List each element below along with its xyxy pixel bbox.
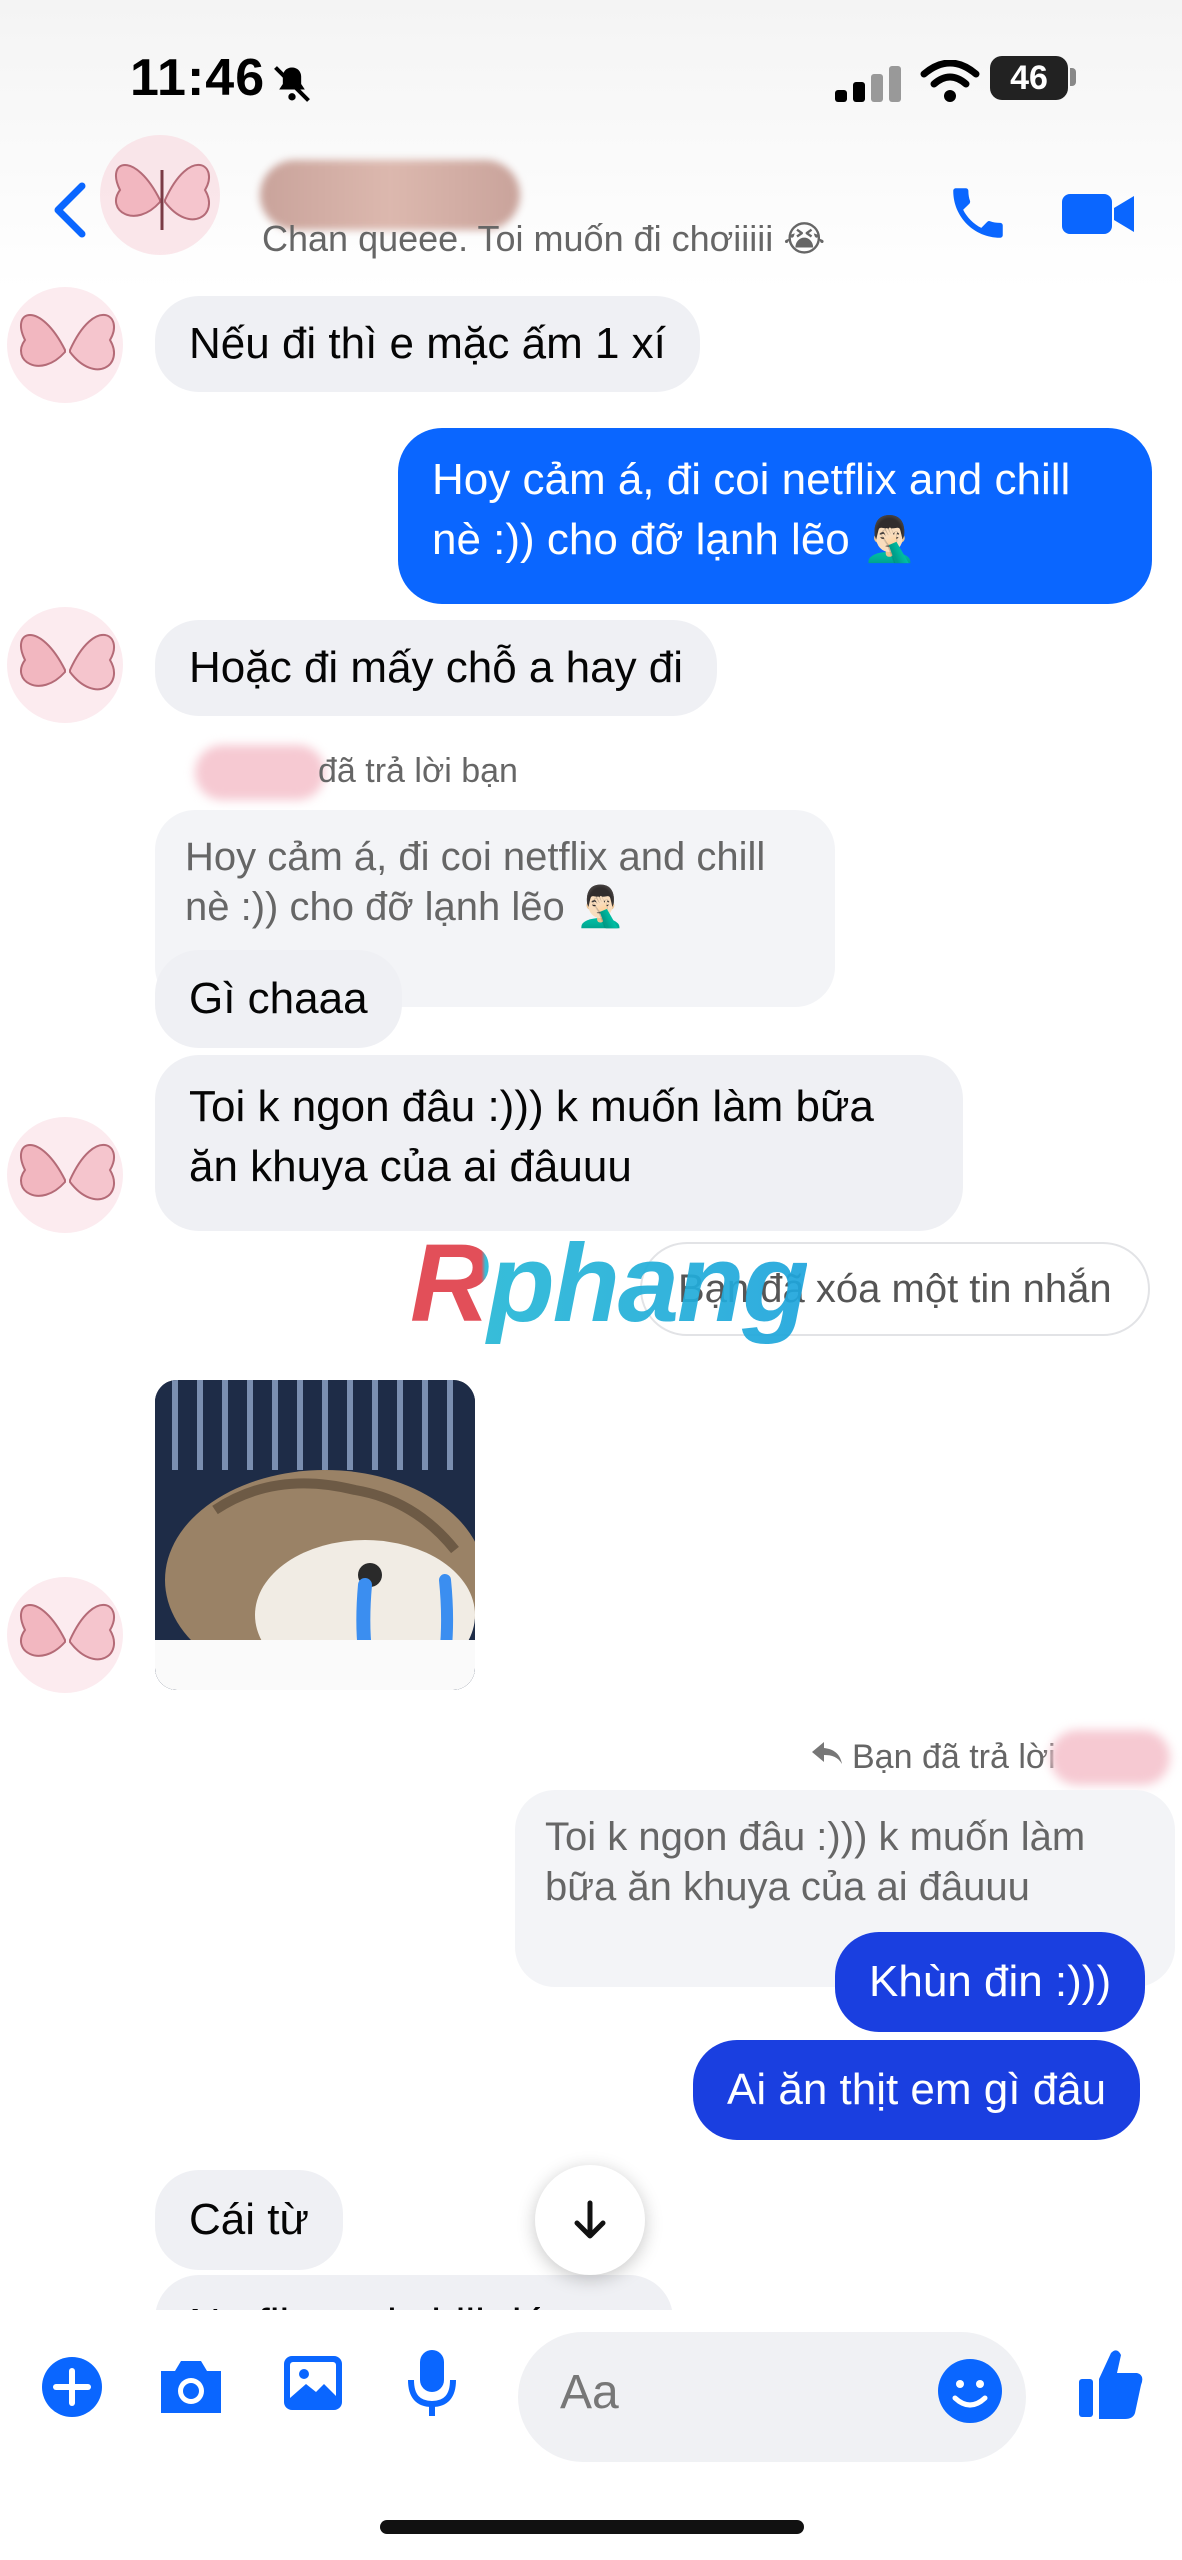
sender-avatar[interactable]: [0, 280, 130, 410]
signal-icon: [835, 66, 901, 102]
sender-avatar[interactable]: [0, 1570, 130, 1700]
battery-tip: [1070, 68, 1076, 86]
outgoing-message[interactable]: Khùn đin :))): [835, 1932, 1146, 2032]
phone-call-icon[interactable]: [945, 180, 1011, 246]
sender-avatar[interactable]: [0, 600, 130, 730]
message-text: Cái từ: [189, 2195, 309, 2244]
crying-cat-sticker[interactable]: [155, 1380, 475, 1690]
emoji-icon[interactable]: [935, 2356, 1005, 2426]
gallery-icon[interactable]: [280, 2350, 346, 2416]
message-text: Nếu đi thì e mặc ấm 1 xí: [189, 319, 666, 368]
incoming-message[interactable]: Nếu đi thì e mặc ấm 1 xí: [155, 296, 700, 392]
status-time: 11:46: [130, 49, 266, 107]
recipient-name-redacted: [1050, 1730, 1170, 1785]
message-input-placeholder: Aa: [560, 2366, 619, 2419]
sender-name-redacted: [195, 745, 325, 800]
wifi-icon: [920, 60, 980, 102]
microphone-icon[interactable]: [405, 2348, 459, 2420]
message-text-line: nè :)) cho đỡ lạnh lẽo 🤦🏻‍♂️: [432, 515, 917, 564]
contact-avatar[interactable]: [95, 130, 225, 260]
message-text-line: ăn khuya của ai đâuuu: [189, 1142, 632, 1191]
incoming-message[interactable]: Toi k ngon đâu :))) k muốn làm bữa ăn kh…: [155, 1055, 963, 1231]
message-text: Ai ăn thịt em gì đâu: [727, 2065, 1107, 2114]
outgoing-message[interactable]: Ai ăn thịt em gì đâu: [693, 2040, 1141, 2140]
quote-text-line: Toi k ngon đâu :))) k muốn làm: [545, 1815, 1086, 1859]
camera-icon[interactable]: [155, 2355, 227, 2417]
quote-text-line: bữa ăn khuya của ai đâuuu: [545, 1865, 1030, 1909]
quote-text-line: Hoy cảm á, đi coi netflix and chill: [185, 835, 766, 879]
home-indicator: [380, 2520, 804, 2534]
sender-avatar[interactable]: [0, 1110, 130, 1240]
arrow-down-icon: [574, 2200, 606, 2239]
contact-status-text: Chan queee. Toi muốn đi chơiiiii 😭: [262, 218, 826, 259]
thumbs-up-icon[interactable]: [1075, 2345, 1147, 2423]
battery-indicator: 46: [990, 56, 1068, 100]
reply-label: Bạn đã trả lời: [852, 1738, 1056, 1776]
incoming-message[interactable]: Hoặc đi mấy chỗ a hay đi: [155, 620, 718, 716]
reply-label: đã trả lời bạn: [318, 752, 518, 790]
watermark-text: Rphang: [410, 1222, 809, 1345]
reply-arrow-icon: [812, 1742, 842, 1764]
incoming-message[interactable]: Cái từ: [155, 2170, 343, 2270]
add-icon[interactable]: [40, 2355, 104, 2419]
message-text: Hoặc đi mấy chỗ a hay đi: [189, 643, 684, 692]
scroll-to-bottom-button[interactable]: [535, 2165, 645, 2275]
quote-text-line: nè :)) cho đỡ lạnh lẽo 🤦🏻‍♂️: [185, 885, 626, 929]
incoming-message[interactable]: Gì chaaa: [155, 950, 402, 1048]
message-text: Gì chaaa: [189, 974, 368, 1023]
message-text-line: Hoy cảm á, đi coi netflix and chill: [432, 455, 1071, 504]
video-call-icon[interactable]: [1060, 188, 1136, 240]
message-text-line: Toi k ngon đâu :))) k muốn làm bữa: [189, 1082, 874, 1131]
back-chevron-icon[interactable]: [50, 180, 90, 240]
message-text: Khùn đin :))): [869, 1957, 1112, 2006]
bell-muted-icon: [274, 66, 310, 102]
outgoing-message[interactable]: Hoy cảm á, đi coi netflix and chill nè :…: [398, 428, 1152, 604]
